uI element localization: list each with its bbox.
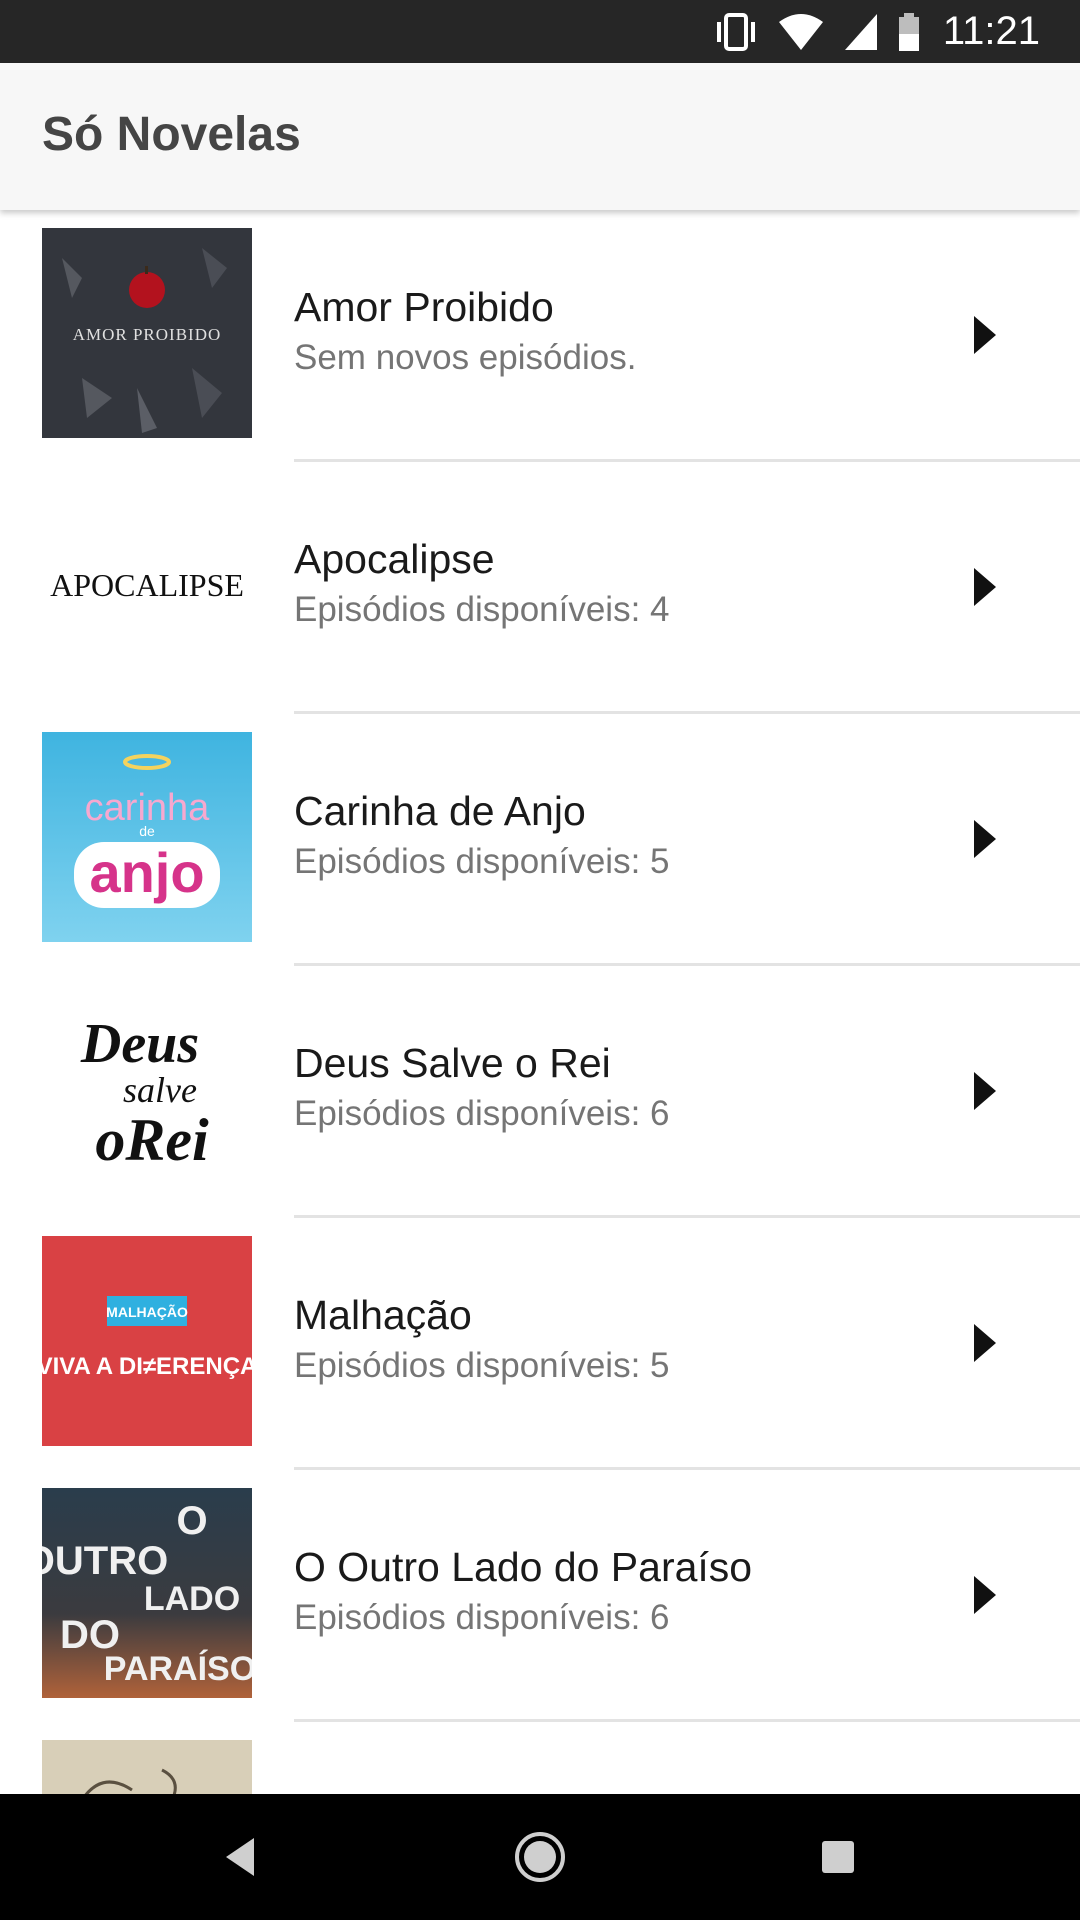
chevron-right-icon[interactable] — [966, 1318, 1006, 1368]
novela-status: Episódios disponíveis: 5 — [294, 1346, 670, 1385]
novela-title: Deus Salve o Rei — [294, 1040, 611, 1086]
novela-logo-amor-proibido: AMOR PROIBIDO — [42, 228, 252, 438]
battery-icon — [897, 12, 921, 52]
list-item[interactable]: AMOR PROIBIDO Amor Proibido Sem novos ep… — [0, 210, 1080, 462]
novela-status: Episódios disponíveis: 6 — [294, 1598, 670, 1637]
recents-button[interactable] — [798, 1794, 878, 1920]
list-item[interactable]: O OUTRO LADO DO PARAÍSO O Outro Lado do … — [0, 1470, 1080, 1722]
home-icon — [515, 1832, 565, 1882]
novela-logo-partial — [42, 1740, 252, 1794]
signal-icon — [843, 12, 879, 52]
novela-title: O Outro Lado do Paraíso — [294, 1544, 753, 1590]
recents-icon — [822, 1841, 854, 1873]
chevron-right-icon[interactable] — [966, 1066, 1006, 1116]
vibrate-icon — [713, 12, 759, 52]
navigation-bar — [0, 1794, 1080, 1920]
svg-text:Deus: Deus — [80, 1013, 199, 1075]
svg-text:AMOR PROIBIDO: AMOR PROIBIDO — [73, 325, 222, 344]
svg-text:APOCALIPSE: APOCALIPSE — [50, 567, 244, 603]
chevron-right-icon[interactable] — [966, 1570, 1006, 1620]
list-item[interactable] — [0, 1722, 1080, 1794]
chevron-right-icon[interactable] — [966, 310, 1006, 360]
list-item[interactable]: APOCALIPSE Apocalipse Episódios disponív… — [0, 462, 1080, 714]
svg-text:O: O — [176, 1499, 207, 1543]
novela-title: Malhação — [294, 1292, 472, 1338]
svg-text:OUTRO: OUTRO — [42, 1539, 168, 1583]
back-button[interactable] — [200, 1794, 280, 1920]
home-button[interactable] — [500, 1794, 580, 1920]
list-item[interactable]: MALHAÇÃO VIVA A DI≠ERENÇA Malhação Episó… — [0, 1218, 1080, 1470]
svg-text:PARAÍSO: PARAÍSO — [104, 1650, 252, 1688]
app-bar: Só Novelas — [0, 63, 1080, 210]
svg-text:oRei: oRei — [95, 1107, 209, 1173]
status-bar: 11:21 — [0, 0, 1080, 63]
novela-logo-carinha-de-anjo: carinha de anjo — [42, 732, 252, 942]
novela-status: Sem novos episódios. — [294, 338, 637, 377]
wifi-icon — [777, 12, 825, 52]
novela-title: Apocalipse — [294, 536, 495, 582]
list-item[interactable]: carinha de anjo Carinha de Anjo Episódio… — [0, 714, 1080, 966]
chevron-right-icon[interactable] — [966, 814, 1006, 864]
novela-logo-o-outro-lado-do-paraiso: O OUTRO LADO DO PARAÍSO — [42, 1488, 252, 1698]
svg-text:VIVA A DI≠ERENÇA: VIVA A DI≠ERENÇA — [42, 1353, 252, 1380]
novela-logo-apocalipse: APOCALIPSE — [42, 480, 252, 690]
svg-text:MALHAÇÃO: MALHAÇÃO — [106, 1303, 188, 1320]
novela-logo-malhacao: MALHAÇÃO VIVA A DI≠ERENÇA — [42, 1236, 252, 1446]
novela-title: Carinha de Anjo — [294, 788, 586, 834]
novela-status: Episódios disponíveis: 4 — [294, 590, 670, 629]
back-icon — [226, 1838, 254, 1876]
clock: 11:21 — [942, 9, 1040, 53]
list-item[interactable]: Deus salve oRei Deus Salve o Rei Episódi… — [0, 966, 1080, 1218]
novela-list[interactable]: AMOR PROIBIDO Amor Proibido Sem novos ep… — [0, 210, 1080, 1794]
novela-title: Amor Proibido — [294, 284, 554, 330]
app-title: Só Novelas — [42, 108, 301, 161]
svg-text:de: de — [139, 823, 155, 839]
svg-text:salve: salve — [123, 1070, 197, 1110]
status-icons: 11:21 — [713, 0, 1040, 63]
novela-status: Episódios disponíveis: 6 — [294, 1094, 670, 1133]
svg-text:anjo: anjo — [89, 841, 204, 904]
novela-status: Episódios disponíveis: 5 — [294, 842, 670, 881]
chevron-right-icon[interactable] — [966, 562, 1006, 612]
novela-logo-deus-salve-o-rei: Deus salve oRei — [42, 984, 252, 1194]
svg-text:LADO: LADO — [144, 1580, 240, 1618]
